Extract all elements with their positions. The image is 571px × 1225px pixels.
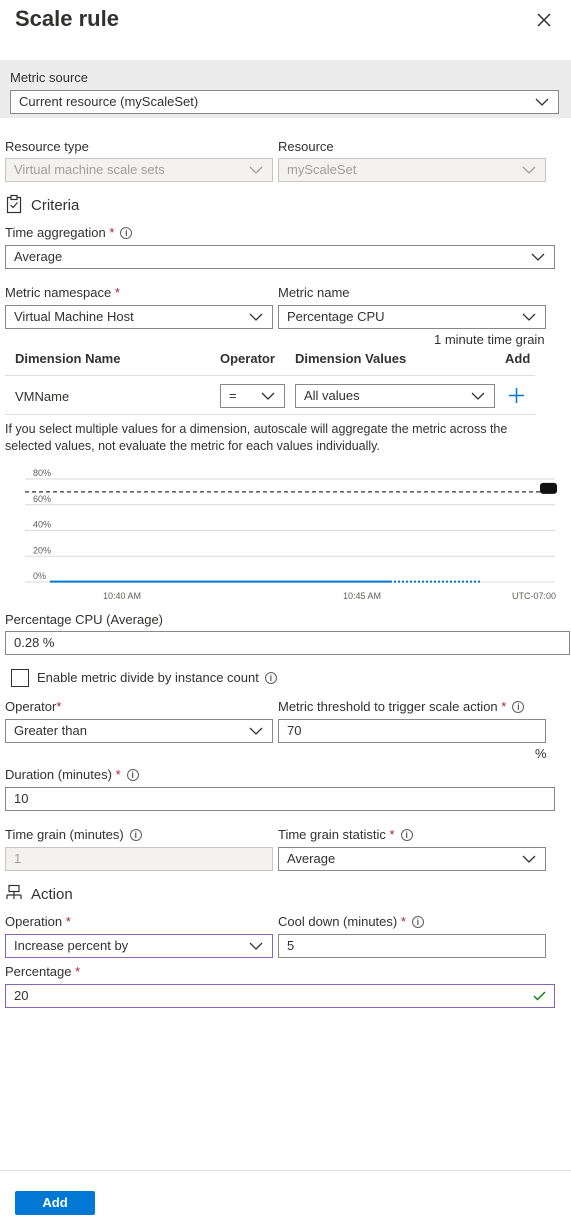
clipboard-icon xyxy=(6,194,22,214)
chart-y-tick-label: 0% xyxy=(33,571,46,581)
footer-divider xyxy=(0,1170,571,1171)
metric-name-value: Percentage CPU xyxy=(287,309,385,324)
action-heading: Action xyxy=(31,886,73,903)
chart-y-tick-label: 60% xyxy=(33,494,51,504)
chart-y-tick-label: 40% xyxy=(33,520,51,530)
time-grain-statistic-label: Time grain statistic * i xyxy=(278,827,413,842)
chart-y-tick-label: 80% xyxy=(33,468,51,478)
chevron-down-icon xyxy=(261,392,275,400)
metric-name-dropdown[interactable]: Percentage CPU xyxy=(278,305,546,329)
operation-dropdown[interactable]: Increase percent by xyxy=(5,934,273,958)
chevron-down-icon xyxy=(249,942,263,950)
time-grain-label: Time grain (minutes) i xyxy=(5,827,142,842)
chevron-down-icon xyxy=(249,166,263,174)
metric-value-field: 0.28 % xyxy=(5,631,570,655)
checkmark-icon xyxy=(533,991,546,1001)
operator-dropdown[interactable]: Greater than xyxy=(5,719,273,743)
chart-y-tick-label: 20% xyxy=(33,545,51,555)
divide-checkbox[interactable] xyxy=(11,669,29,687)
threshold-label: Metric threshold to trigger scale action… xyxy=(278,699,525,714)
chevron-down-icon xyxy=(535,98,549,106)
metric-namespace-label: Metric namespace * xyxy=(5,285,120,300)
info-icon[interactable]: i xyxy=(264,672,277,684)
resource-type-dropdown: Virtual machine scale sets xyxy=(5,158,273,182)
chart-x-tick-label: 10:40 AM xyxy=(103,591,141,601)
chart-x-tick-label: 10:45 AM xyxy=(343,591,381,601)
metric-value-text: 0.28 % xyxy=(14,635,55,650)
table-divider xyxy=(5,375,535,376)
metric-value-label: Percentage CPU (Average) xyxy=(5,612,164,627)
info-icon[interactable]: i xyxy=(129,829,142,841)
dimension-values-value: All values xyxy=(304,388,360,403)
percentage-label: Percentage * xyxy=(5,964,81,979)
chart-timezone-label: UTC-07:00 xyxy=(512,591,556,601)
chevron-down-icon xyxy=(249,313,263,321)
metric-source-label: Metric source xyxy=(10,70,89,85)
threshold-input[interactable]: 70 xyxy=(278,719,546,743)
duration-input[interactable]: 10 xyxy=(5,787,555,811)
info-icon[interactable]: i xyxy=(400,829,413,841)
cool-down-label: Cool down (minutes) * i xyxy=(278,914,424,929)
operator-value: Greater than xyxy=(14,723,87,738)
duration-value: 10 xyxy=(14,791,29,806)
chevron-down-icon xyxy=(522,166,536,174)
threshold-value: 70 xyxy=(287,723,302,738)
info-icon[interactable]: i xyxy=(120,227,133,239)
dimension-operator-value: = xyxy=(229,388,237,403)
time-aggregation-dropdown[interactable]: Average xyxy=(5,245,555,269)
resource-type-label: Resource type xyxy=(5,139,89,154)
metric-source-dropdown[interactable]: Current resource (myScaleSet) xyxy=(10,90,559,114)
page-title: Scale rule xyxy=(15,6,119,31)
resource-type-value: Virtual machine scale sets xyxy=(14,162,165,177)
percentage-value: 20 xyxy=(14,988,29,1003)
chevron-down-icon xyxy=(522,313,536,321)
percentage-input[interactable]: 20 xyxy=(5,984,555,1008)
time-grain-statistic-dropdown[interactable]: Average xyxy=(278,847,546,871)
dimension-values-header: Dimension Values xyxy=(295,351,407,366)
time-grain-input: 1 xyxy=(5,847,273,871)
resource-label: Resource xyxy=(278,139,334,154)
resource-dropdown: myScaleSet xyxy=(278,158,546,182)
time-aggregation-label: Time aggregation * i xyxy=(5,225,133,240)
info-icon[interactable]: i xyxy=(411,916,424,928)
criteria-heading: Criteria xyxy=(31,197,80,214)
dimension-name-header: Dimension Name xyxy=(15,351,121,366)
chevron-down-icon xyxy=(249,727,263,735)
add-header: Add xyxy=(505,351,531,366)
dimension-note: If you select multiple values for a dime… xyxy=(5,422,508,453)
add-button[interactable]: Add xyxy=(15,1191,95,1215)
chevron-down-icon xyxy=(471,392,485,400)
time-grain-note: 1 minute time grain xyxy=(434,332,545,347)
dimension-values-dropdown[interactable]: All values xyxy=(295,384,495,408)
divide-checkbox-label: Enable metric divide by instance count i xyxy=(37,670,277,685)
metric-namespace-dropdown[interactable]: Virtual Machine Host xyxy=(5,305,273,329)
threshold-unit: % xyxy=(535,746,547,761)
chevron-down-icon xyxy=(531,253,545,261)
operation-label: Operation * xyxy=(5,914,71,929)
table-divider xyxy=(5,414,535,415)
metric-namespace-value: Virtual Machine Host xyxy=(14,309,134,324)
chart-threshold-marker xyxy=(540,482,557,494)
cool-down-input[interactable]: 5 xyxy=(278,934,546,958)
cool-down-value: 5 xyxy=(287,938,295,953)
operator-header: Operator xyxy=(220,351,275,366)
dimension-name-cell: VMName xyxy=(15,389,70,404)
operator-label: Operator* xyxy=(5,699,62,714)
time-aggregation-value: Average xyxy=(14,249,63,264)
close-icon[interactable] xyxy=(532,8,556,32)
duration-label: Duration (minutes) * i xyxy=(5,767,139,782)
metric-chart: 80% 60% 40% 20% 0% 10:40 AM 10:45 AM UTC-07:00 xyxy=(25,468,557,601)
info-icon[interactable]: i xyxy=(512,701,525,713)
info-icon[interactable]: i xyxy=(126,769,139,781)
resource-value: myScaleSet xyxy=(287,162,357,177)
metric-name-label: Metric name xyxy=(278,285,350,300)
operation-value: Increase percent by xyxy=(14,938,129,953)
add-dimension-icon[interactable] xyxy=(508,387,525,404)
action-icon xyxy=(6,884,22,899)
metric-source-value: Current resource (myScaleSet) xyxy=(19,94,199,109)
chevron-down-icon xyxy=(522,855,536,863)
time-grain-value: 1 xyxy=(14,851,22,866)
time-grain-statistic-value: Average xyxy=(287,851,336,866)
dimension-operator-dropdown[interactable]: = xyxy=(220,384,285,408)
